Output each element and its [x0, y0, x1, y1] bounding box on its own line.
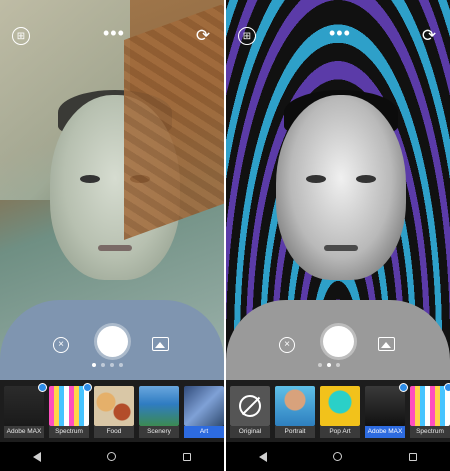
lens-label: Adobe MAX	[365, 426, 405, 438]
shutter-button[interactable]	[323, 326, 354, 357]
gallery-icon[interactable]	[152, 337, 169, 351]
lens-thumbnail	[410, 386, 450, 426]
flip-camera-icon[interactable]: ⟳	[194, 27, 212, 45]
flip-camera-icon[interactable]: ⟳	[420, 27, 438, 45]
lens-spectrum[interactable]: Spectrum	[49, 383, 92, 438]
lens-thumbnail	[4, 386, 44, 426]
home-icon[interactable]	[107, 452, 117, 461]
lens-original[interactable]: Original	[230, 386, 270, 438]
page-dot	[101, 363, 105, 367]
lens-label: Spectrum	[410, 426, 450, 438]
screenshot-comparison: ⊞ ••• ⟳ × Adobe MAX Spectrum Food Scener…	[0, 0, 450, 471]
subject-mouth	[324, 245, 358, 251]
back-icon[interactable]	[33, 451, 42, 462]
page-dot	[318, 363, 322, 367]
lens-label: Spectrum	[49, 426, 89, 438]
grid-icon[interactable]: ⊞	[238, 27, 256, 45]
lens-thumbnail	[49, 386, 89, 426]
recent-apps-icon[interactable]	[408, 452, 417, 461]
page-dot	[110, 363, 114, 367]
lens-label: Pop Art	[320, 426, 360, 438]
subject-face	[276, 95, 406, 280]
grid-icon[interactable]: ⊞	[12, 27, 30, 45]
lens-portrait[interactable]: Portrait	[275, 386, 315, 438]
lens-label: Portrait	[275, 426, 315, 438]
lens-spectrum[interactable]: Spectrum	[410, 383, 450, 438]
lens-thumbnail	[94, 386, 134, 426]
lens-label: Original	[230, 426, 270, 438]
page-indicator	[92, 363, 123, 367]
new-badge-icon	[399, 383, 408, 392]
gallery-icon[interactable]	[378, 337, 395, 351]
lens-thumbnail	[320, 386, 360, 426]
lens-food[interactable]: Food	[94, 386, 134, 438]
lens-thumbnail	[139, 386, 179, 426]
lens-label: Scenery	[139, 426, 179, 438]
subject-eye	[80, 175, 100, 183]
phone-screen-left: ⊞ ••• ⟳ × Adobe MAX Spectrum Food Scener…	[0, 0, 224, 471]
camera-viewfinder	[0, 0, 224, 380]
close-icon[interactable]: ×	[279, 337, 295, 353]
subject-mouth	[98, 245, 132, 251]
subject-eye	[130, 175, 150, 183]
lens-art[interactable]: Art	[184, 386, 224, 438]
lens-adobe-max[interactable]: Adobe MAX	[4, 383, 47, 438]
home-icon[interactable]	[333, 452, 343, 461]
subject-eye	[306, 175, 326, 183]
lens-scenery[interactable]: Scenery	[139, 386, 179, 438]
lens-label: Adobe MAX	[4, 426, 44, 438]
android-nav-bar	[226, 442, 450, 471]
android-nav-bar	[0, 442, 224, 471]
phone-screen-right: ⊞ ••• ⟳ × Original Portrait Pop Art Adob…	[226, 0, 450, 471]
more-icon[interactable]: •••	[103, 24, 124, 42]
page-dot	[119, 363, 123, 367]
subject-eye	[356, 175, 376, 183]
no-filter-icon	[230, 386, 270, 426]
lens-label: Art	[184, 426, 224, 438]
back-icon[interactable]	[259, 451, 268, 462]
lens-pop-art[interactable]: Pop Art	[320, 386, 360, 438]
new-badge-icon	[83, 383, 92, 392]
recent-apps-icon[interactable]	[182, 452, 191, 461]
subject-face	[50, 95, 180, 280]
lens-adobe-max[interactable]: Adobe MAX	[365, 383, 408, 438]
lens-strip[interactable]: Adobe MAX Spectrum Food Scenery Art	[0, 380, 224, 442]
more-icon[interactable]: •••	[329, 24, 350, 42]
lens-thumbnail	[275, 386, 315, 426]
new-badge-icon	[38, 383, 47, 392]
lens-thumbnail	[184, 386, 224, 426]
lens-thumbnail	[365, 386, 405, 426]
shutter-button[interactable]	[97, 326, 128, 357]
camera-viewfinder	[226, 0, 450, 380]
page-dot	[327, 363, 331, 367]
page-dot	[92, 363, 96, 367]
page-dot	[336, 363, 340, 367]
close-icon[interactable]: ×	[53, 337, 69, 353]
lens-label: Food	[94, 426, 134, 438]
page-indicator	[318, 363, 340, 367]
lens-strip[interactable]: Original Portrait Pop Art Adobe MAX Spec…	[226, 380, 450, 442]
new-badge-icon	[444, 383, 450, 392]
